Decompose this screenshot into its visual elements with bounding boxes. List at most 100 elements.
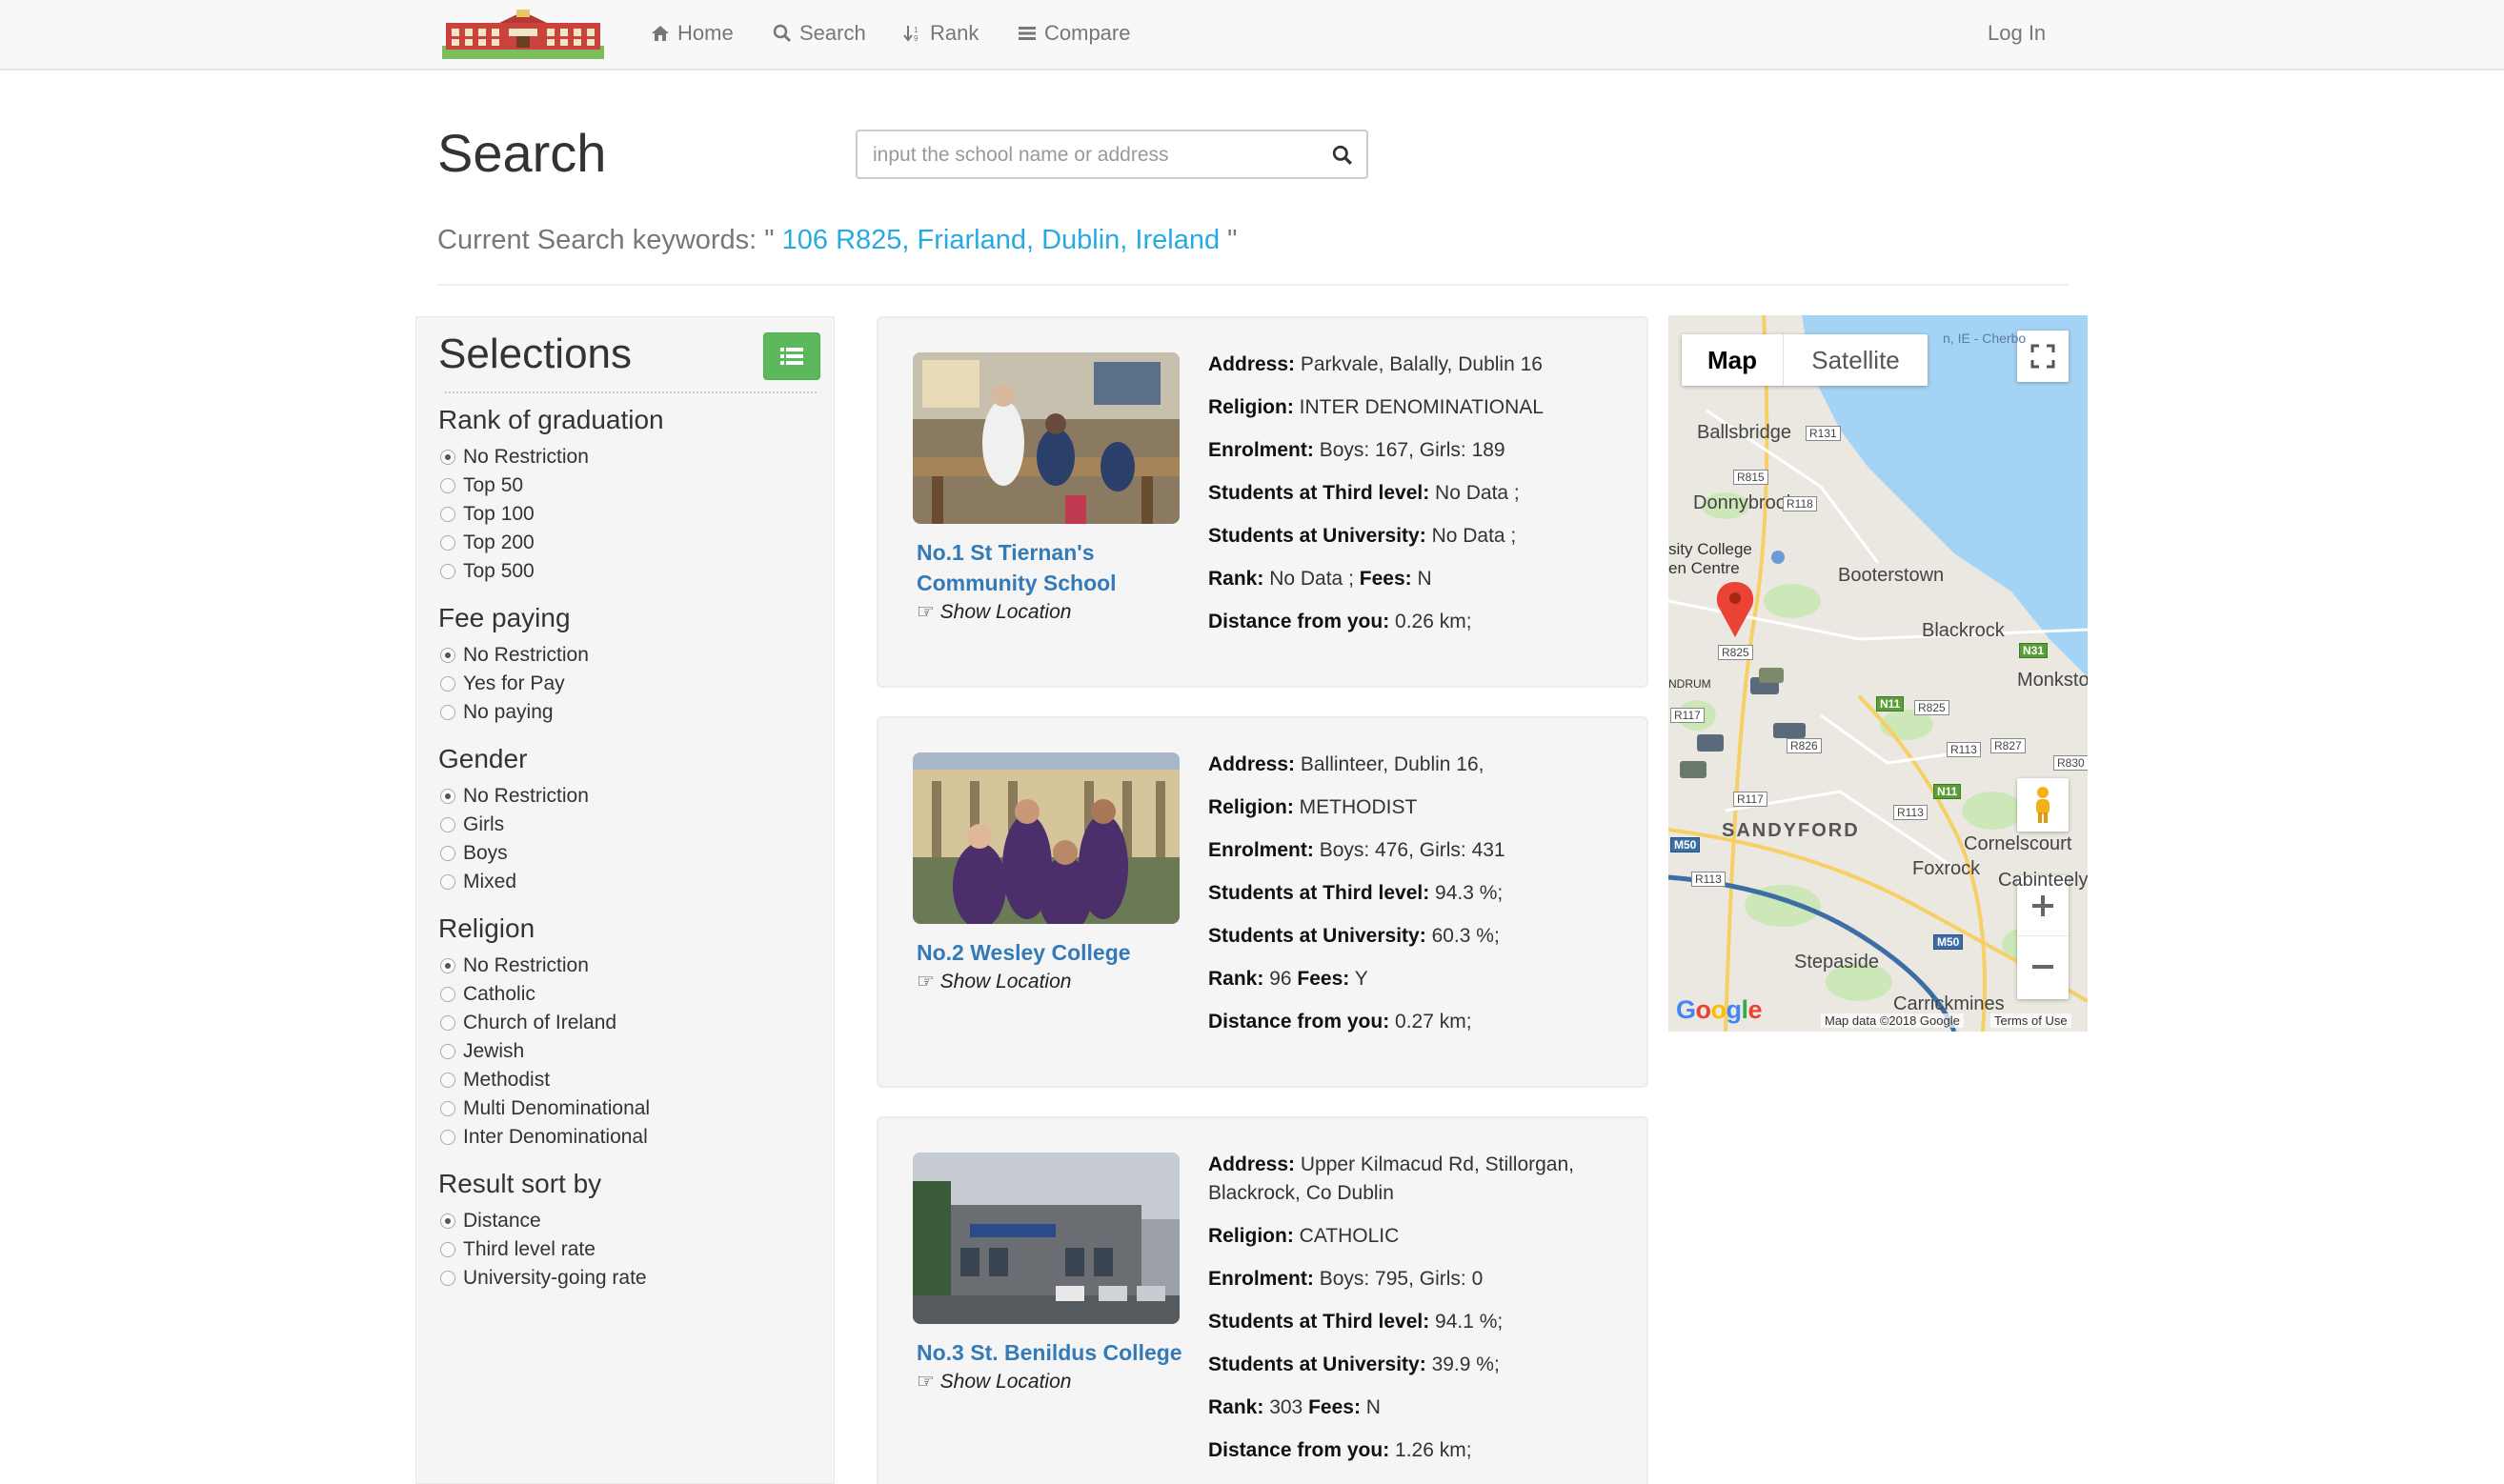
filter-option[interactable]: No Restriction [438, 952, 650, 980]
filter-option[interactable]: No Restriction [438, 641, 589, 670]
school-name-link[interactable]: No.3 St. Benildus College [917, 1337, 1193, 1368]
toggle-list-button[interactable] [763, 332, 820, 380]
nav-rank[interactable]: 19 Rank [903, 21, 979, 46]
radio-button[interactable] [440, 874, 455, 890]
option-label: University-going rate [463, 1267, 647, 1289]
filter-option[interactable]: Girls [438, 811, 589, 839]
filter-option[interactable]: Inter Denominational [438, 1123, 650, 1152]
religion-row: Religion: INTER DENOMINATIONAL [1208, 393, 1627, 422]
filter-option[interactable]: Church of Ireland [438, 1009, 650, 1037]
list-icon [1019, 27, 1036, 40]
sort-by: Result sort by Distance Third level rate… [438, 1169, 647, 1293]
radio-button[interactable] [440, 1101, 455, 1116]
enrolment-value: Boys: 476, Girls: 431 [1319, 839, 1505, 861]
school-name-link[interactable]: No.2 Wesley College [917, 937, 1193, 968]
map-attribution: Map data ©2018 Google [1821, 1013, 1964, 1028]
minus-icon [2032, 965, 2053, 969]
radio-button[interactable] [440, 1130, 455, 1145]
school-photo[interactable] [913, 352, 1180, 524]
radio-button[interactable] [440, 1073, 455, 1088]
radio-button[interactable] [440, 1242, 455, 1257]
zoom-out-button[interactable] [2017, 936, 2069, 997]
radio-button[interactable] [440, 648, 455, 663]
option-label: Inter Denominational [463, 1126, 648, 1148]
filter-option[interactable]: Methodist [438, 1066, 650, 1094]
filter-option[interactable]: Jewish [438, 1037, 650, 1066]
map-terms-link[interactable]: Terms of Use [1990, 1013, 2071, 1028]
filter-option[interactable]: Top 100 [438, 500, 664, 529]
map-tab-map[interactable]: Map [1682, 334, 1783, 386]
distance-row: Distance from you: 0.26 km; [1208, 608, 1627, 636]
filter-option[interactable]: Catholic [438, 980, 650, 1009]
address-label: Address: [1208, 1153, 1296, 1175]
radio-button[interactable] [440, 817, 455, 832]
filter-option[interactable]: University-going rate [438, 1264, 647, 1293]
school-photo[interactable] [913, 1153, 1180, 1324]
third-level-label: Students at Third level: [1208, 882, 1430, 904]
religion-label: Religion: [1208, 796, 1294, 818]
svg-text:1: 1 [914, 26, 919, 34]
filter-option[interactable]: Top 500 [438, 557, 664, 586]
radio-button[interactable] [440, 987, 455, 1002]
search-box [856, 130, 1368, 179]
motorway-label: M50 [1933, 934, 1964, 950]
street-view-pegman[interactable] [2017, 778, 2069, 832]
map-tab-satellite[interactable]: Satellite [1783, 334, 1928, 386]
radio-button[interactable] [440, 478, 455, 493]
filter-option[interactable]: Multi Denominational [438, 1094, 650, 1123]
nav-home[interactable]: Home [651, 21, 734, 46]
university-value: No Data ; [1431, 525, 1517, 547]
option-label: Multi Denominational [463, 1097, 651, 1119]
radio-button[interactable] [440, 564, 455, 579]
filter-gender: Gender No Restriction Girls Boys Mixed [438, 744, 589, 896]
radio-button[interactable] [440, 1271, 455, 1286]
radio-button[interactable] [440, 846, 455, 861]
radio-button[interactable] [440, 705, 455, 720]
enrolment-label: Enrolment: [1208, 439, 1314, 461]
road-label: R113 [1691, 872, 1726, 887]
university-label: Students at University: [1208, 925, 1426, 947]
filter-option[interactable]: Third level rate [438, 1235, 647, 1264]
filter-option[interactable]: Top 50 [438, 471, 664, 500]
road-label: R830 [2053, 755, 2088, 771]
school-name-link[interactable]: No.1 St Tiernan's Community School [917, 537, 1193, 598]
filter-option[interactable]: No paying [438, 698, 589, 727]
search-button[interactable] [1328, 141, 1357, 170]
radio-button[interactable] [440, 789, 455, 804]
radio-button[interactable] [440, 535, 455, 551]
enrolment-label: Enrolment: [1208, 1268, 1314, 1290]
google-logo[interactable]: Google [1676, 995, 1763, 1025]
filter-option[interactable]: Boys [438, 839, 589, 868]
radio-button[interactable] [440, 1015, 455, 1031]
radio-button[interactable] [440, 507, 455, 522]
school-logo-icon[interactable] [442, 10, 604, 59]
nav-search[interactable]: Search [773, 21, 866, 46]
radio-button[interactable] [440, 958, 455, 973]
rank-value: No Data ; [1269, 568, 1354, 590]
radio-button[interactable] [440, 450, 455, 465]
enrolment-row: Enrolment: Boys: 167, Girls: 189 [1208, 436, 1627, 465]
nav-compare[interactable]: Compare [1018, 21, 1130, 46]
filter-option[interactable]: Mixed [438, 868, 589, 896]
radio-button[interactable] [440, 1213, 455, 1229]
school-photo[interactable] [913, 752, 1180, 924]
show-location-link[interactable]: ☞ Show Location [917, 1370, 1071, 1394]
religion-label: Religion: [1208, 396, 1294, 418]
radio-button[interactable] [440, 1044, 455, 1059]
show-location-link[interactable]: ☞ Show Location [917, 600, 1071, 624]
filter-option[interactable]: No Restriction [438, 443, 664, 471]
filter-option[interactable]: Yes for Pay [438, 670, 589, 698]
filter-option[interactable]: Distance [438, 1207, 647, 1235]
search-input[interactable] [873, 141, 1292, 170]
third-level-row: Students at Third level: 94.3 %; [1208, 879, 1627, 908]
filter-option[interactable]: No Restriction [438, 782, 589, 811]
filter-option[interactable]: Top 200 [438, 529, 664, 557]
keywords-value[interactable]: 106 R825, Friarland, Dublin, Ireland [782, 225, 1220, 255]
motorway-label: N11 [1933, 784, 1962, 799]
nav-login[interactable]: Log In [1988, 21, 2046, 46]
road-label: R113 [1947, 742, 1981, 757]
radio-button[interactable] [440, 676, 455, 692]
google-map[interactable]: Map Satellite n, IE - Cherbo Ballsbridge… [1668, 315, 2088, 1032]
rank-fees-row: Rank: No Data ; Fees: N [1208, 565, 1627, 593]
show-location-link[interactable]: ☞ Show Location [917, 970, 1071, 993]
